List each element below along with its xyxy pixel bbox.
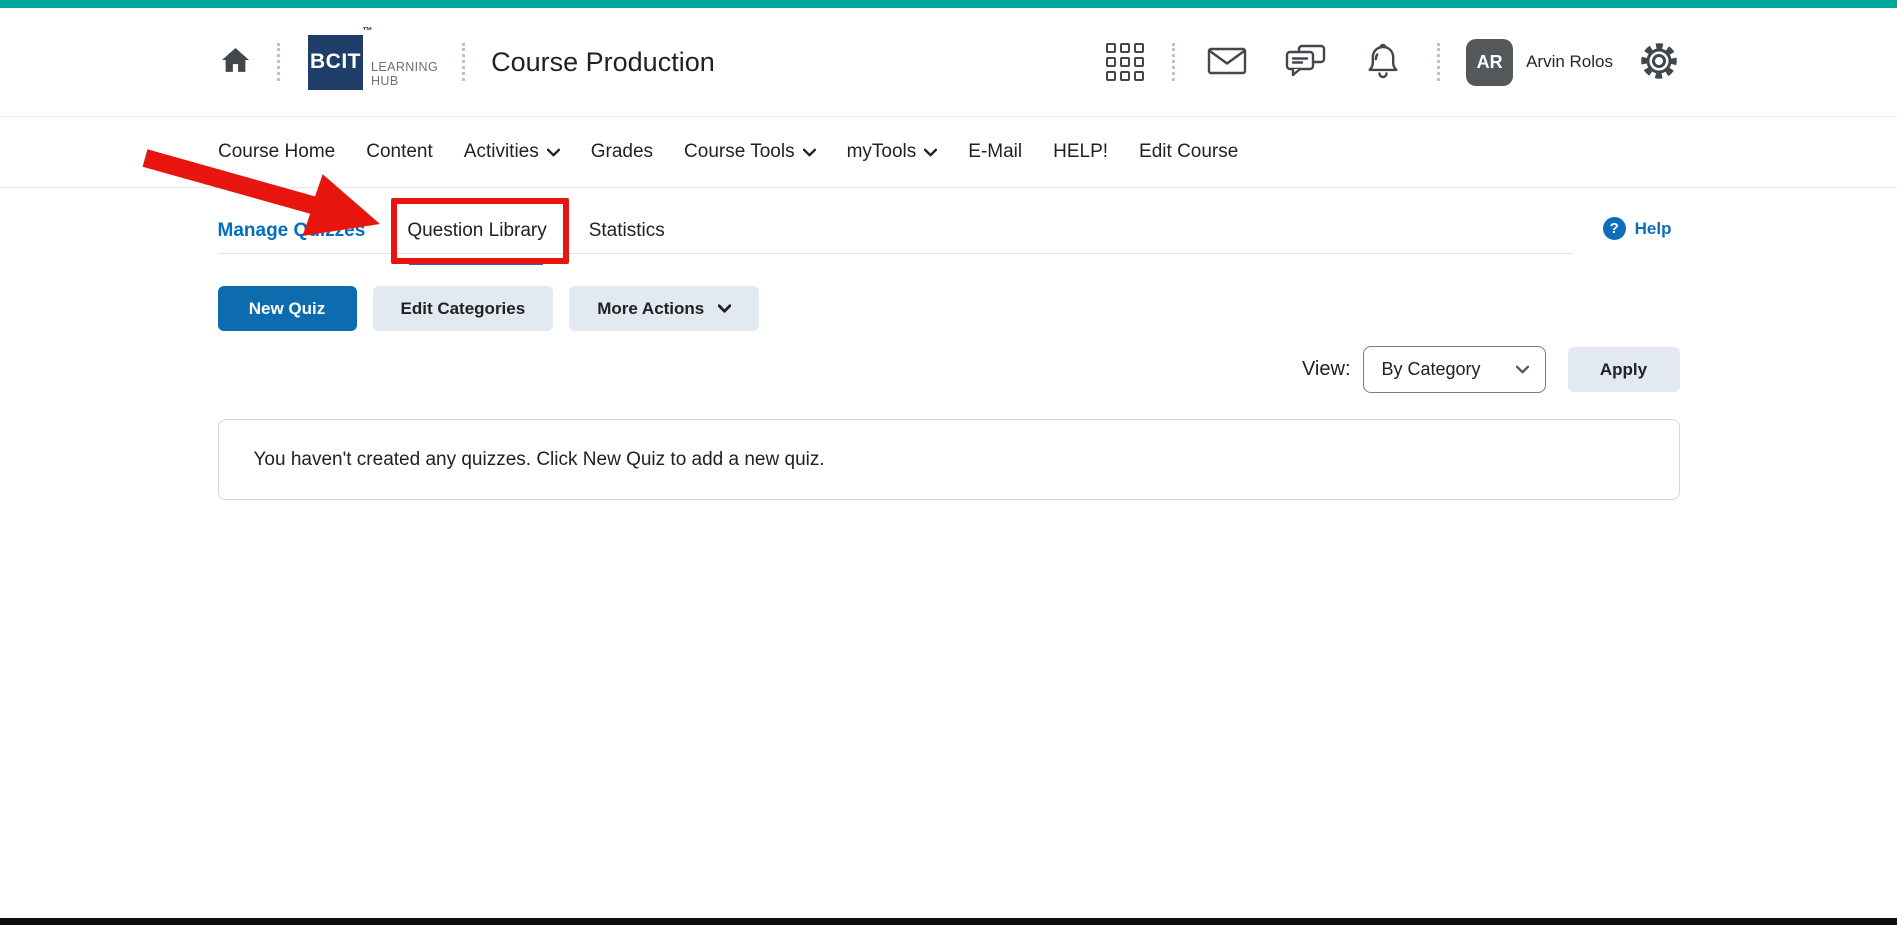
nav-item-activities[interactable]: Activities (464, 141, 560, 163)
view-select[interactable]: By Category (1362, 346, 1546, 393)
tab-divider-line (217, 253, 1573, 254)
email-button[interactable] (1207, 46, 1247, 79)
bcit-logo-mark: BCIT ™ (308, 26, 373, 90)
nav-item-grades[interactable]: Grades (591, 141, 653, 163)
view-label: View: (1301, 358, 1351, 380)
settings-button[interactable] (1639, 41, 1679, 84)
nav-item-mytools[interactable]: myTools (847, 141, 938, 163)
empty-quizzes-message: You haven't created any quizzes. Click N… (217, 419, 1680, 500)
divider (462, 43, 466, 81)
tab-question-library[interactable]: Question Library (391, 197, 570, 265)
nav-item-help[interactable]: HELP! (1053, 141, 1108, 163)
header-right-group: AR Arvin Rolos (1106, 38, 1679, 86)
nav-item-course-tools[interactable]: Course Tools (684, 141, 816, 163)
minibar-header: BCIT ™ LEARNING HUB Course Production AR… (0, 8, 1897, 117)
question-mark-icon: ? (1602, 217, 1626, 240)
logo-subtext: LEARNING HUB (371, 59, 439, 89)
quiz-toolbar: New Quiz Edit Categories More Actions (217, 286, 1680, 331)
brand-top-strip (0, 0, 1897, 8)
bell-icon (1365, 42, 1401, 83)
chevron-down-icon (802, 148, 816, 156)
home-icon (222, 48, 249, 76)
bcit-learning-hub-logo[interactable]: BCIT ™ LEARNING HUB (308, 26, 439, 90)
divider (1437, 43, 1441, 81)
avatar-initials: AR (1476, 51, 1503, 72)
quiz-tabs: Manage Quizzes Question Library Statisti… (217, 197, 1680, 265)
user-name: Arvin Rolos (1526, 52, 1613, 71)
nav-item-course-home[interactable]: Course Home (218, 141, 335, 163)
view-bar: View: By Category Apply (218, 346, 1680, 393)
apply-button[interactable]: Apply (1567, 347, 1680, 392)
nav-item-edit-course[interactable]: Edit Course (1139, 141, 1238, 163)
chevron-down-icon (1515, 365, 1529, 374)
view-select-value: By Category (1381, 359, 1481, 379)
waffle-grid-icon (1106, 43, 1145, 81)
bottom-bar (0, 918, 1897, 925)
home-button[interactable] (222, 48, 249, 76)
tab-statistics[interactable]: Statistics (589, 220, 665, 244)
messages-button[interactable] (1285, 44, 1327, 81)
more-actions-button[interactable]: More Actions (569, 286, 760, 331)
new-quiz-button[interactable]: New Quiz (217, 286, 357, 331)
page-title: Course Production (491, 46, 715, 77)
nav-item-content[interactable]: Content (366, 141, 433, 163)
app-switcher-button[interactable] (1106, 43, 1145, 81)
divider (1172, 43, 1176, 81)
trademark-symbol: ™ (362, 25, 373, 37)
tab-manage-quizzes[interactable]: Manage Quizzes (218, 220, 366, 244)
nav-item-email[interactable]: E-Mail (968, 141, 1022, 163)
header-left-group: BCIT ™ LEARNING HUB Course Production (222, 26, 715, 90)
tab-hover-underline (409, 260, 543, 265)
avatar[interactable]: AR (1466, 38, 1514, 86)
chevron-down-icon (924, 148, 938, 156)
bcit-logo-text: BCIT (310, 50, 361, 73)
chevron-down-icon (546, 148, 560, 156)
quizzes-content-area: Manage Quizzes Question Library Statisti… (217, 197, 1680, 500)
chevron-down-icon (718, 304, 732, 313)
envelope-icon (1207, 46, 1247, 79)
gear-icon (1639, 41, 1679, 84)
chat-bubbles-icon (1285, 44, 1327, 81)
divider (277, 43, 280, 81)
course-navbar: Course Home Content Activities Grades Co… (0, 117, 1897, 188)
edit-categories-button[interactable]: Edit Categories (372, 286, 554, 331)
help-link[interactable]: ? Help (1602, 217, 1672, 240)
notifications-button[interactable] (1365, 42, 1401, 83)
